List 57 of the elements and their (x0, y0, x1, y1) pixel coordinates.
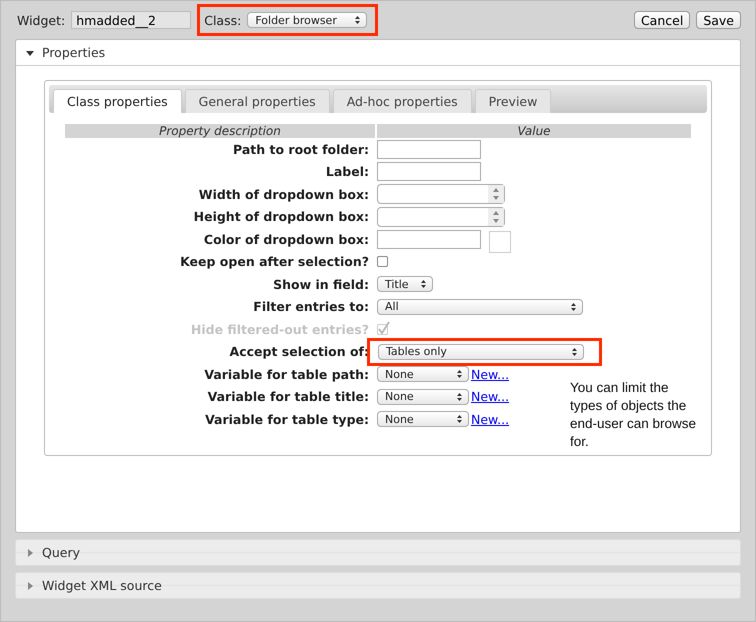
tab[interactable]: Ad-hoc properties (332, 89, 472, 113)
property-label: Variable for table title: (206, 388, 370, 406)
dropdown[interactable]: Tables only (378, 344, 584, 360)
property-label: Variable for table path: (203, 366, 370, 384)
property-label: Label: (324, 163, 370, 182)
stepper-icon (488, 185, 504, 204)
section-header[interactable]: Query (15, 539, 741, 566)
select-arrows-icon (571, 302, 576, 311)
stepper-icon (488, 208, 504, 226)
property-label: Hide filtered-out entries? (190, 320, 370, 339)
select-arrows-icon (421, 280, 426, 288)
dropdown[interactable]: None (377, 411, 469, 428)
text-field[interactable] (377, 140, 481, 159)
widget-name-field[interactable]: hmadded__2 (71, 11, 192, 29)
column-header: Property description (65, 124, 375, 138)
tab[interactable]: Preview (474, 89, 552, 113)
section-title: Query (42, 545, 80, 560)
text-field[interactable] (377, 162, 481, 182)
property-label: Width of dropdown box: (198, 186, 370, 204)
new-link[interactable]: New... (471, 412, 510, 427)
dropdown[interactable]: All (377, 298, 583, 315)
cancel-button[interactable]: Cancel (634, 11, 690, 29)
property-label: Keep open after selection? (179, 253, 370, 272)
number-field[interactable] (377, 184, 505, 204)
section-header[interactable]: Properties (16, 40, 740, 66)
property-label: Color of dropdown box: (202, 230, 370, 249)
property-label: Accept selection of: (228, 343, 370, 362)
tab[interactable]: Class properties (53, 89, 182, 113)
dropdown[interactable]: Folder browser (247, 12, 368, 28)
dropdown[interactable]: Title (377, 276, 433, 292)
select-arrows-icon (457, 415, 462, 424)
property-label: Show in field: (272, 276, 370, 294)
property-label: Height of dropdown box: (192, 208, 370, 226)
tab[interactable]: General properties (184, 89, 330, 113)
property-label: Variable for table type: (204, 410, 370, 429)
select-arrows-icon (457, 392, 462, 401)
save-button[interactable]: Save (696, 11, 741, 29)
select-arrows-icon (355, 16, 360, 24)
color-field[interactable] (377, 230, 481, 249)
dropdown[interactable]: None (377, 388, 469, 405)
checkbox[interactable] (377, 256, 388, 268)
class-label: Class: (204, 12, 242, 28)
select-arrows-icon (572, 348, 577, 356)
property-label: Filter entries to: (252, 298, 370, 316)
annotation-note: You can limit the types of objects the end-user can browse for. (570, 379, 698, 451)
section-title: Widget XML source (42, 578, 162, 593)
section-title: Properties (42, 45, 106, 60)
column-header: Value (377, 124, 691, 138)
new-link[interactable]: New... (471, 366, 510, 382)
number-field[interactable] (377, 206, 505, 227)
select-arrows-icon (457, 370, 462, 378)
color-swatch[interactable] (489, 231, 511, 254)
new-link[interactable]: New... (471, 389, 510, 404)
widget-label: Widget: (17, 12, 66, 28)
property-label: Path to root folder: (232, 140, 370, 159)
dropdown[interactable]: None (377, 366, 469, 382)
section-header[interactable]: Widget XML source (15, 572, 741, 599)
